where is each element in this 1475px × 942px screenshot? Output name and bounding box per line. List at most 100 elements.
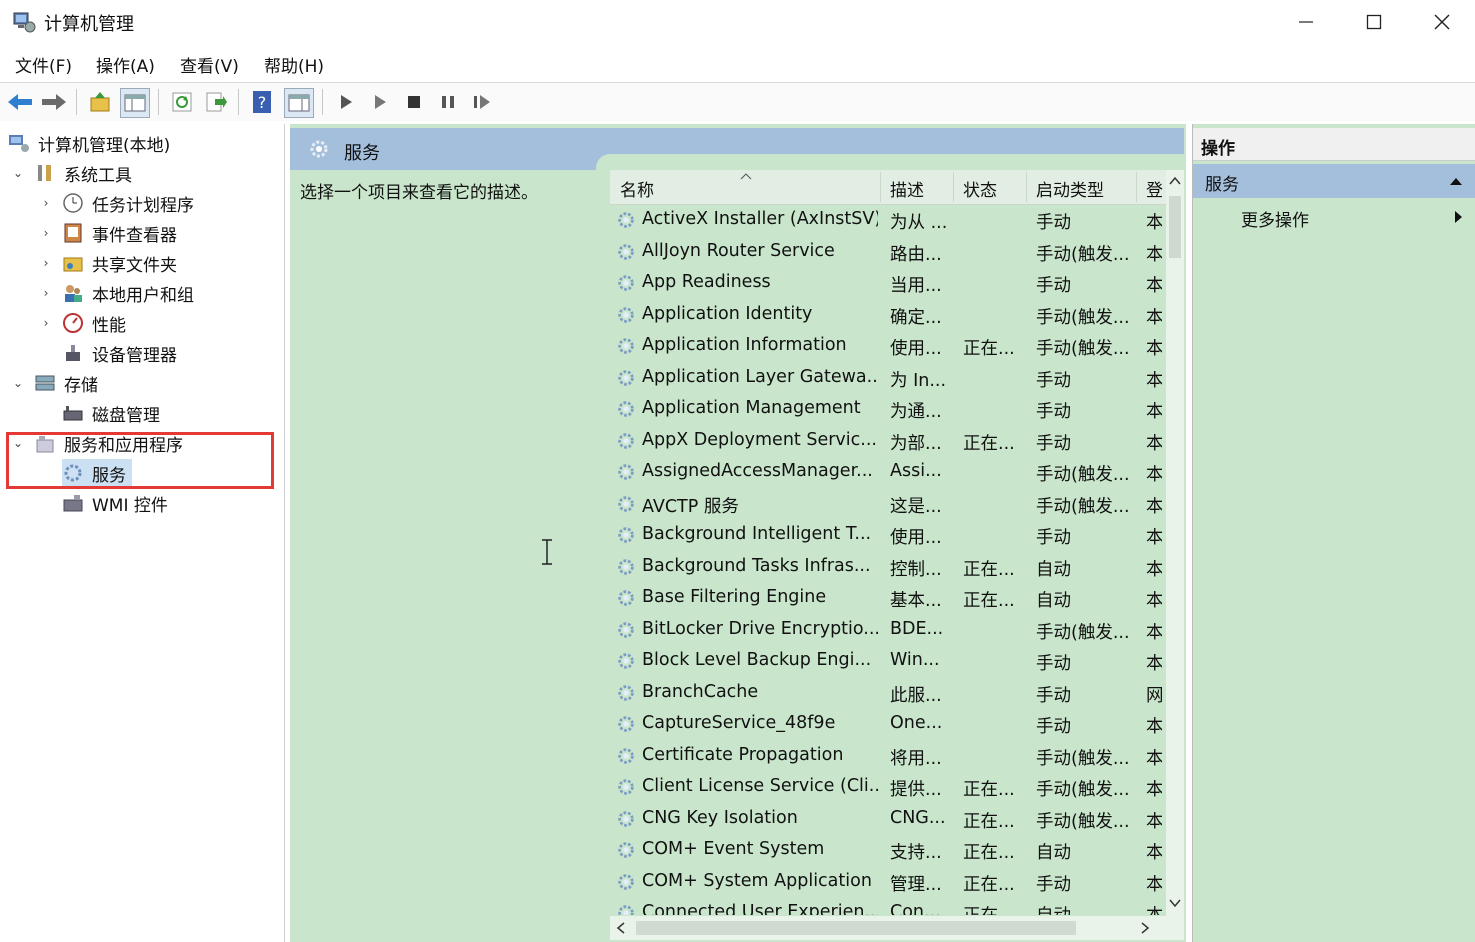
start-service-button[interactable] (332, 88, 360, 116)
tree-item-storage[interactable]: ⌄ 存储 (10, 369, 98, 397)
column-description[interactable]: 描述 (890, 176, 924, 201)
table-row[interactable]: AVCTP 服务 这是... 手动(触发... 本 (610, 489, 1166, 521)
stop-service-button[interactable] (400, 88, 428, 116)
column-divider[interactable] (880, 172, 881, 202)
table-row[interactable]: COM+ Event System 支持... 正在... 自动 本 (610, 835, 1166, 867)
table-row[interactable]: Connected User Experien... Con... 正在... 自动本 (610, 898, 1166, 915)
maximize-button[interactable] (1340, 0, 1408, 44)
scroll-left-icon[interactable] (616, 922, 626, 934)
collapse-up-icon[interactable] (1449, 176, 1463, 186)
service-logon: 本 (1146, 528, 1162, 548)
tree-item-event-viewer[interactable]: › 事件查看器 (38, 219, 177, 247)
service-status: 正在... (963, 339, 1015, 359)
chevron-right-icon[interactable]: › (38, 255, 54, 271)
table-row[interactable]: AssignedAccessManager... Assi... 手动(触发... 本 (610, 457, 1166, 489)
tree-item-disk-management[interactable]: 磁盘管理 (62, 399, 160, 427)
title-bar: 计算机管理 (0, 0, 1475, 44)
chevron-down-icon[interactable]: ⌄ (10, 375, 26, 391)
scroll-up-icon[interactable] (1169, 176, 1181, 186)
refresh-button[interactable] (168, 88, 196, 116)
tree-item-system-tools[interactable]: ⌄ 系统工具 (10, 159, 132, 187)
table-row[interactable]: Background Intelligent T... 使用... 手动 本 (610, 520, 1166, 552)
table-row[interactable]: App Readiness 当用... 手动 本 (610, 268, 1166, 300)
tree-label: 存储 (64, 375, 98, 396)
table-row[interactable]: Block Level Backup Engi... Win... 手动 本 (610, 646, 1166, 678)
scroll-down-icon[interactable] (1169, 898, 1181, 908)
minimize-button[interactable] (1272, 0, 1340, 44)
vertical-scrollbar[interactable] (1166, 170, 1184, 916)
table-row[interactable]: BranchCache 此服... 手动 网 (610, 678, 1166, 710)
export-list-button[interactable] (202, 88, 230, 116)
tree-item-local-users[interactable]: › 本地用户和组 (38, 279, 194, 307)
table-row[interactable]: Application Information 使用... 正在... 手动(触发..… (610, 331, 1166, 363)
actions-section-services[interactable]: 服务 (1193, 164, 1475, 198)
chevron-right-icon[interactable]: › (38, 195, 54, 211)
tree-item-device-manager[interactable]: 设备管理器 (62, 339, 177, 367)
table-row[interactable]: Client License Service (Cli... 提供... 正在...… (610, 772, 1166, 804)
column-divider[interactable] (1136, 172, 1137, 202)
help-button[interactable]: ? (248, 88, 276, 116)
horizontal-scrollbar[interactable] (610, 916, 1184, 940)
column-name[interactable]: 名称 (620, 176, 654, 201)
service-startup-type: 自动 (1036, 843, 1071, 863)
table-row[interactable]: Application Identity 确定... 手动(触发... 本 (610, 300, 1166, 332)
chevron-right-icon[interactable]: › (38, 315, 54, 331)
column-status[interactable]: 状态 (963, 176, 997, 201)
table-row[interactable]: Application Management 为通... 手动 本 (610, 394, 1166, 426)
tree-item-performance[interactable]: › 性能 (38, 309, 126, 337)
service-status: 正在... (963, 433, 1015, 454)
chevron-down-icon[interactable]: ⌄ (10, 165, 26, 181)
menu-view[interactable]: 查看(V) (180, 52, 239, 77)
table-row[interactable]: ActiveX Installer (AxInstSV) 为从 ... 手动 本 (610, 205, 1166, 237)
column-logon[interactable]: 登 (1146, 176, 1164, 201)
toolbar-separator (238, 89, 239, 115)
menu-help[interactable]: 帮助(H) (264, 52, 324, 77)
pause-service-button[interactable] (434, 88, 462, 116)
chevron-right-icon[interactable]: › (38, 225, 54, 241)
tree-label: 设备管理器 (92, 345, 177, 366)
table-row[interactable]: CNG Key Isolation CNG... 正在... 手动(触发... 本 (610, 804, 1166, 836)
service-description: Assi... (890, 461, 942, 481)
maximize-icon (1366, 14, 1382, 30)
tree-item-computer-management[interactable]: 计算机管理(本地) (8, 129, 170, 157)
menu-action[interactable]: 操作(A) (96, 52, 155, 77)
table-row[interactable]: AllJoyn Router Service 路由... 手动(触发... 本 (610, 237, 1166, 269)
service-name: Connected User Experien... (642, 902, 878, 915)
chevron-right-icon[interactable]: › (38, 285, 54, 301)
tree-item-wmi[interactable]: WMI 控件 (62, 489, 168, 517)
table-row[interactable]: Background Tasks Infras... 控制... 正在... 自动 本 (610, 552, 1166, 584)
tree-item-task-scheduler[interactable]: › 任务计划程序 (38, 189, 194, 217)
table-row[interactable]: CaptureService_48f9e One... 手动 本 (610, 709, 1166, 741)
start-service-alt-button[interactable] (366, 88, 394, 116)
tree-item-shared-folders[interactable]: › 共享文件夹 (38, 249, 177, 277)
restart-service-button[interactable] (468, 88, 496, 116)
vertical-scroll-thumb[interactable] (1169, 196, 1181, 258)
table-row[interactable]: Certificate Propagation 将用... 手动(触发... 本 (610, 741, 1166, 773)
horizontal-scroll-thumb[interactable] (636, 921, 1076, 935)
table-row[interactable]: Application Layer Gatewa... 为 In... 手动 本 (610, 363, 1166, 395)
table-row[interactable]: COM+ System Application 管理... 正在... 手动 本 (610, 867, 1166, 899)
gear-icon (618, 432, 634, 449)
help-icon: ? (253, 91, 271, 113)
service-logon: 本 (1146, 717, 1162, 737)
more-actions-item[interactable]: 更多操作 (1193, 202, 1475, 232)
service-description: 使用... (890, 339, 942, 359)
table-row[interactable]: AppX Deployment Servic... 为部... 正在... 手动 本 (610, 426, 1166, 458)
play-icon (341, 95, 352, 109)
table-row[interactable]: Base Filtering Engine 基本... 正在... 自动 本 (610, 583, 1166, 615)
show-hide-action-pane-button[interactable] (284, 88, 314, 118)
table-row[interactable]: BitLocker Drive Encryptio... BDE... 手动(触发.… (610, 615, 1166, 647)
forward-button[interactable] (40, 88, 68, 116)
service-startup-type: 手动(触发... (1036, 780, 1130, 800)
show-hide-tree-button[interactable] (120, 88, 150, 118)
column-divider[interactable] (953, 172, 954, 202)
menu-file[interactable]: 文件(F) (15, 52, 72, 77)
service-description: 管理... (890, 874, 942, 895)
column-divider[interactable] (1026, 172, 1027, 202)
back-button[interactable] (6, 88, 34, 116)
tree-label: 共享文件夹 (92, 255, 177, 276)
scroll-right-icon[interactable] (1140, 922, 1150, 934)
up-level-button[interactable] (86, 88, 114, 116)
close-button[interactable] (1408, 0, 1475, 44)
column-startup-type[interactable]: 启动类型 (1036, 176, 1104, 201)
